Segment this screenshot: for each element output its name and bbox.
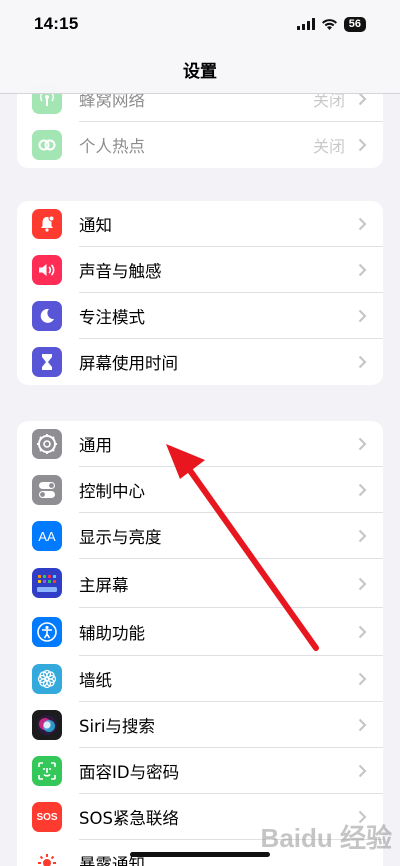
gear-icon	[32, 429, 62, 459]
settings-row-label: 通用	[79, 436, 112, 455]
chevron-right-icon	[358, 625, 367, 639]
settings-row-label: 辅助功能	[79, 624, 145, 643]
settings-row-label: 通知	[79, 216, 112, 235]
chevron-right-icon	[358, 764, 367, 778]
toggles-icon	[32, 475, 62, 505]
settings-row-control-center[interactable]: 控制中心	[17, 467, 383, 513]
settings-row-sounds[interactable]: 声音与触感	[17, 247, 383, 293]
siri-icon	[32, 710, 62, 740]
settings-row-label: 墙纸	[79, 671, 112, 690]
hourglass-icon	[32, 347, 62, 377]
settings-row-focus[interactable]: 专注模式	[17, 293, 383, 339]
page-title: 设置	[183, 62, 217, 82]
chevron-right-icon	[358, 672, 367, 686]
notifications-settings-group: 通知 声音与触感 专注模式 屏幕使用时间	[17, 201, 383, 385]
settings-row-wallpaper[interactable]: 墙纸	[17, 656, 383, 702]
settings-row-label: Siri与搜索	[79, 717, 155, 736]
home-grid-icon	[32, 568, 62, 598]
chevron-right-icon	[358, 138, 367, 152]
settings-row-screen-time[interactable]: 屏幕使用时间	[17, 339, 383, 385]
speaker-icon	[32, 255, 62, 285]
sos-icon-text: SOS	[36, 811, 58, 823]
chevron-right-icon	[358, 483, 367, 497]
chevron-right-icon	[358, 437, 367, 451]
settings-row-label: 面容ID与密码	[79, 763, 180, 782]
wallpaper-flower-icon	[32, 664, 62, 694]
status-time: 14:15	[34, 14, 79, 33]
chevron-right-icon	[358, 529, 367, 543]
general-settings-group: 通用 控制中心 AA 显示与亮度 主屏幕 辅助功能 墙纸 Siri与搜索 面容I…	[17, 421, 383, 866]
exposure-icon	[32, 848, 62, 866]
wifi-icon	[321, 19, 337, 30]
settings-row-label: 个人热点	[79, 137, 145, 156]
status-indicators: 56	[296, 16, 366, 32]
settings-row-value: 关闭	[312, 137, 345, 156]
face-id-icon	[32, 756, 62, 786]
settings-row-label: 屏幕使用时间	[79, 354, 178, 373]
chevron-right-icon	[358, 92, 367, 106]
moon-icon	[32, 301, 62, 331]
settings-row-label: 主屏幕	[79, 575, 129, 595]
settings-row-label: 声音与触感	[79, 262, 162, 281]
chevron-right-icon	[358, 355, 367, 369]
watermark: Baidu 经验	[260, 823, 392, 853]
status-bar: 14:15 56	[0, 0, 400, 48]
settings-row-home-screen[interactable]: 主屏幕	[17, 559, 383, 608]
settings-row-display[interactable]: AA 显示与亮度	[17, 513, 383, 559]
hotspot-icon	[32, 130, 62, 160]
battery-indicator: 56	[343, 16, 366, 32]
sos-icon: SOS	[32, 802, 62, 832]
chevron-right-icon	[358, 309, 367, 323]
settings-row-hotspot[interactable]: 个人热点 关闭	[17, 122, 383, 168]
navigation-bar: 14:15 56 设置	[0, 0, 400, 94]
settings-row-accessibility[interactable]: 辅助功能	[17, 608, 383, 656]
accessibility-icon	[32, 617, 62, 647]
chevron-right-icon	[358, 263, 367, 277]
cellular-signal-icon	[296, 18, 315, 30]
chevron-right-icon	[358, 718, 367, 732]
text-size-icon-text: AA	[38, 528, 56, 544]
settings-row-face-id[interactable]: 面容ID与密码	[17, 748, 383, 794]
settings-row-label: SOS紧急联络	[79, 809, 179, 828]
text-size-icon: AA	[32, 521, 62, 551]
home-indicator[interactable]	[130, 852, 270, 857]
chevron-right-icon	[358, 577, 367, 591]
settings-row-label: 控制中心	[79, 482, 145, 501]
bell-icon	[32, 209, 62, 239]
settings-row-label: 专注模式	[79, 308, 145, 327]
settings-row-label: 显示与亮度	[79, 528, 162, 547]
chevron-right-icon	[358, 217, 367, 231]
settings-row-notifications[interactable]: 通知	[17, 201, 383, 247]
settings-row-siri[interactable]: Siri与搜索	[17, 702, 383, 748]
settings-row-general[interactable]: 通用	[17, 421, 383, 467]
